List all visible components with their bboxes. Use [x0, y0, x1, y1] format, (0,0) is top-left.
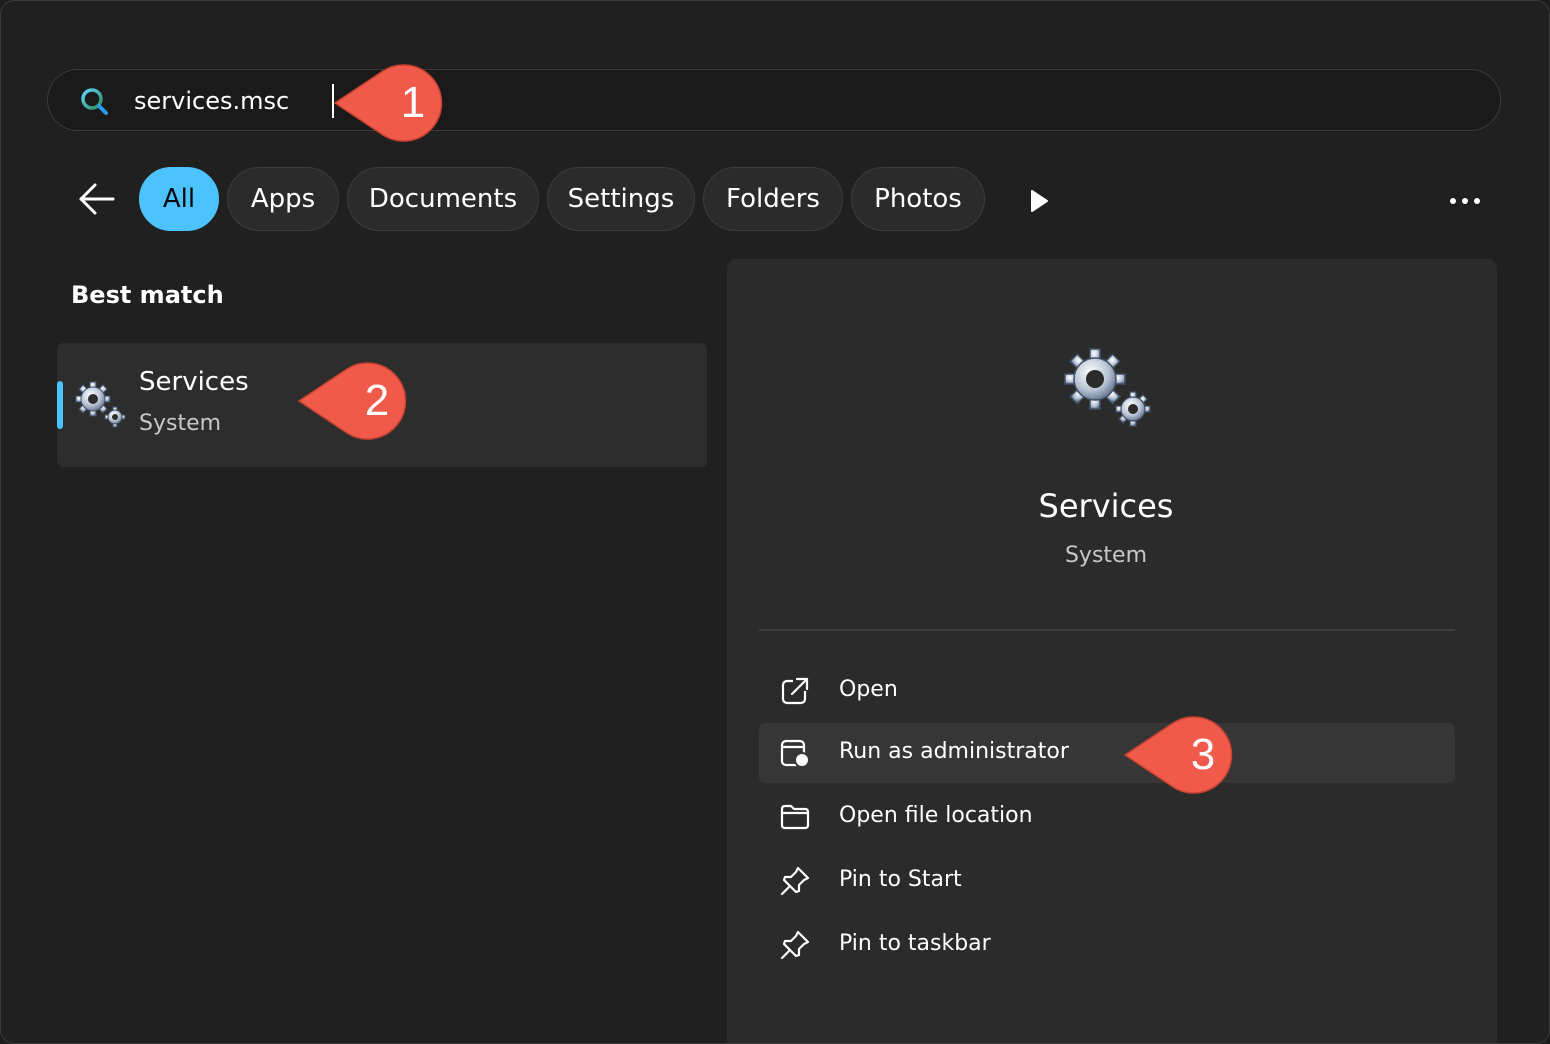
back-arrow-icon	[79, 183, 115, 215]
callout-number: 1	[400, 78, 426, 127]
action-run-as-administrator[interactable]: Run as administrator	[759, 723, 1455, 783]
action-label: Pin to Start	[839, 867, 962, 892]
open-external-icon	[781, 677, 809, 705]
action-open[interactable]: Open	[759, 661, 1455, 721]
result-subtitle: System	[139, 411, 222, 436]
filter-chip-folders[interactable]: Folders	[703, 167, 843, 231]
filter-chip-all[interactable]: All	[139, 167, 219, 231]
details-title: Services	[1038, 487, 1174, 525]
gears-icon	[1064, 348, 1151, 427]
more-filters-button[interactable]	[1019, 181, 1059, 221]
filter-chip-settings[interactable]: Settings	[547, 167, 695, 231]
action-pin-to-start[interactable]: Pin to Start	[759, 851, 1455, 911]
search-box[interactable]	[47, 69, 1501, 131]
callout-number: 3	[1190, 730, 1216, 779]
action-label: Open file location	[839, 803, 1033, 828]
result-title: Services	[139, 367, 249, 397]
search-input[interactable]	[134, 82, 1434, 120]
run-as-admin-icon	[780, 739, 810, 768]
filter-chip-documents[interactable]: Documents	[347, 167, 539, 231]
pin-icon	[780, 930, 810, 960]
more-options-icon	[1450, 198, 1480, 204]
filter-chip-photos[interactable]: Photos	[851, 167, 985, 231]
search-window: All Apps Documents Settings Folders Phot…	[0, 0, 1550, 1044]
callout-2: 2	[295, 361, 419, 441]
filter-chip-apps[interactable]: Apps	[227, 167, 339, 231]
pin-icon	[780, 866, 810, 896]
callout-1: 1	[331, 63, 455, 143]
gears-icon	[75, 381, 126, 428]
more-options-button[interactable]	[1437, 181, 1493, 221]
selection-indicator	[57, 381, 63, 429]
details-pane: Services System Open Run as administrato…	[727, 259, 1497, 1043]
callout-3: 3	[1121, 715, 1245, 795]
action-open-file-location[interactable]: Open file location	[759, 787, 1455, 847]
callout-number: 2	[364, 376, 390, 425]
best-match-heading: Best match	[71, 281, 224, 309]
action-label: Open	[839, 677, 898, 702]
play-icon	[1031, 190, 1048, 212]
divider	[759, 629, 1455, 631]
back-button[interactable]	[73, 177, 121, 221]
action-label: Run as administrator	[839, 739, 1069, 764]
folder-icon	[780, 804, 810, 830]
details-subtitle: System	[1064, 543, 1148, 568]
search-icon	[81, 88, 108, 115]
action-label: Pin to taskbar	[839, 931, 991, 956]
action-pin-to-taskbar[interactable]: Pin to taskbar	[759, 915, 1455, 975]
